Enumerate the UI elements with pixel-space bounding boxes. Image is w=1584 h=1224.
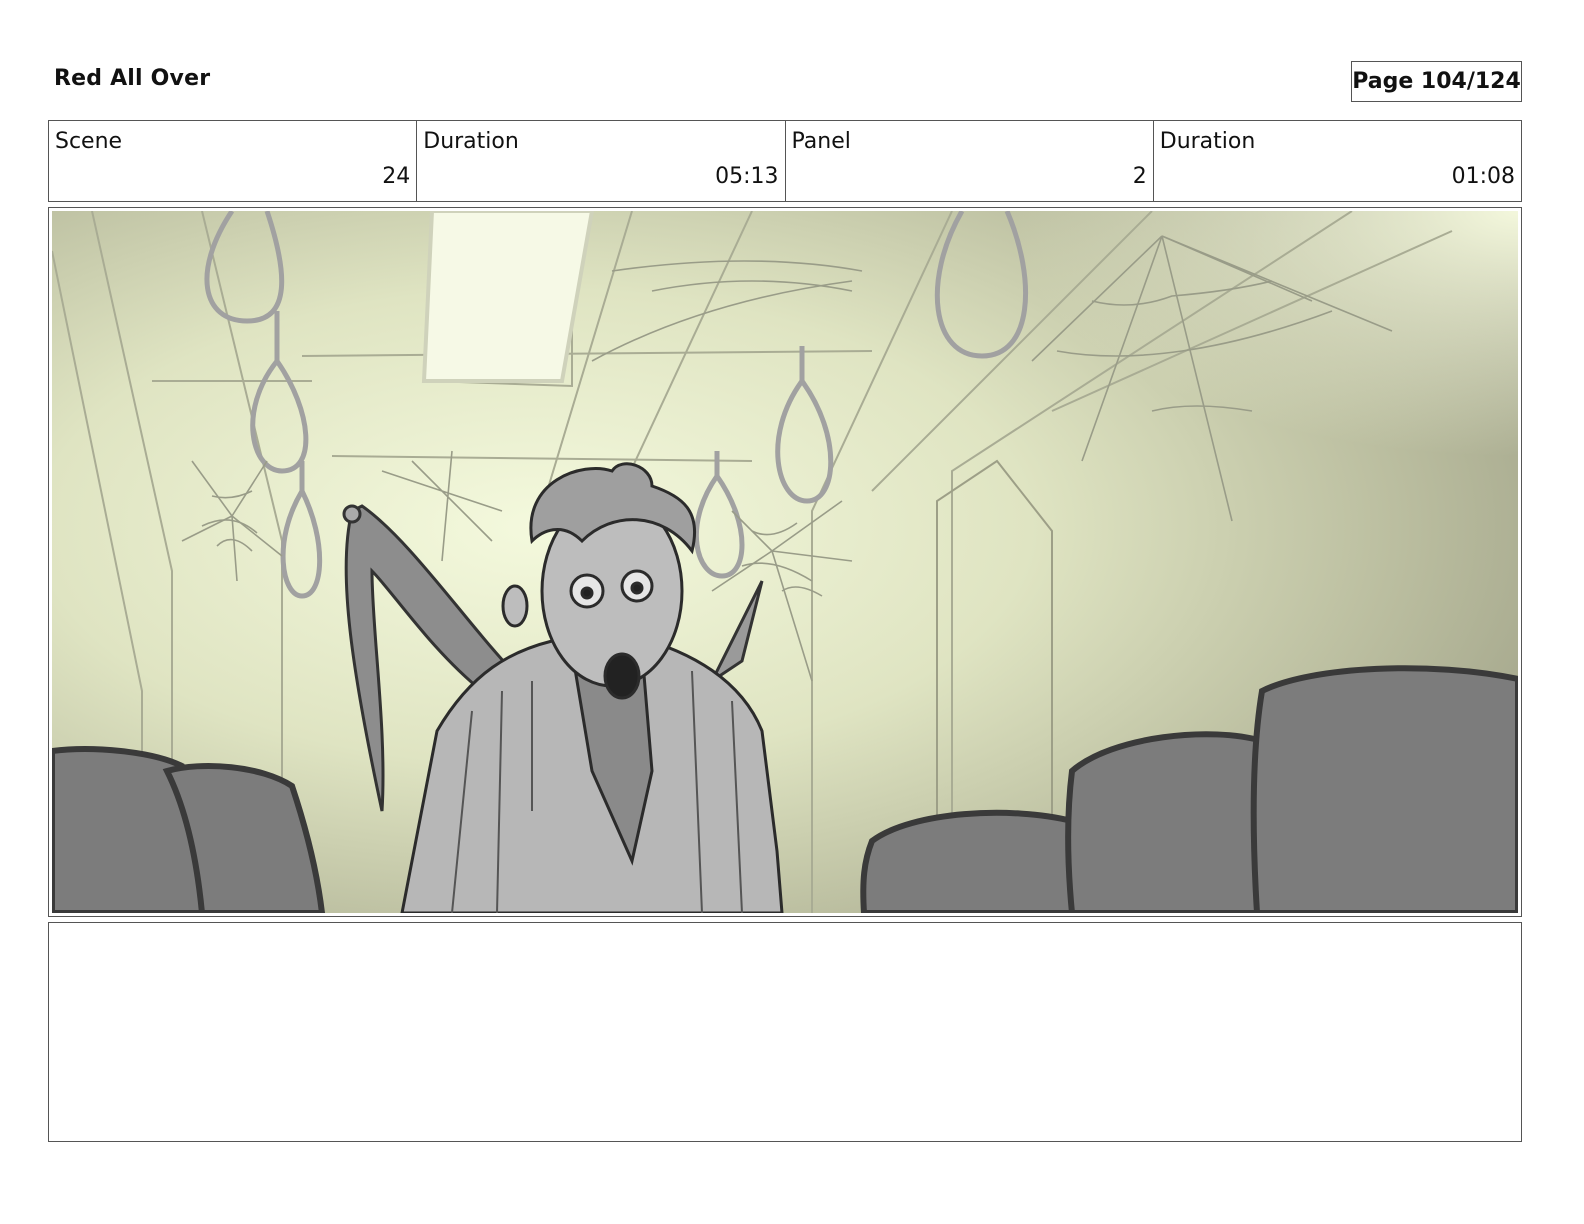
scene-value: 24 — [382, 164, 411, 189]
panel-label: Panel — [791, 129, 851, 154]
panel-duration-label: Duration — [1159, 129, 1256, 154]
info-row: Scene 24 Duration 05:13 Panel 2 Duration… — [48, 120, 1522, 202]
scene-cell: Scene 24 — [49, 121, 418, 201]
scene-label: Scene — [55, 129, 123, 154]
panel-notes — [48, 922, 1522, 1142]
panel-duration-cell: Duration 01:08 — [1154, 121, 1521, 201]
scene-duration-value: 05:13 — [715, 164, 779, 189]
page-indicator: Page 104/124 — [1351, 61, 1522, 102]
panel-value: 2 — [1132, 164, 1147, 189]
panel-artwork — [52, 211, 1518, 913]
storyboard-panel — [48, 207, 1522, 917]
storyboard-title: Red All Over — [54, 66, 211, 91]
panel-cell: Panel 2 — [786, 121, 1154, 201]
scene-duration-cell: Duration 05:13 — [417, 121, 786, 201]
scene-duration-label: Duration — [423, 129, 519, 154]
panel-duration-value: 01:08 — [1451, 164, 1515, 189]
skylight — [421, 211, 595, 383]
